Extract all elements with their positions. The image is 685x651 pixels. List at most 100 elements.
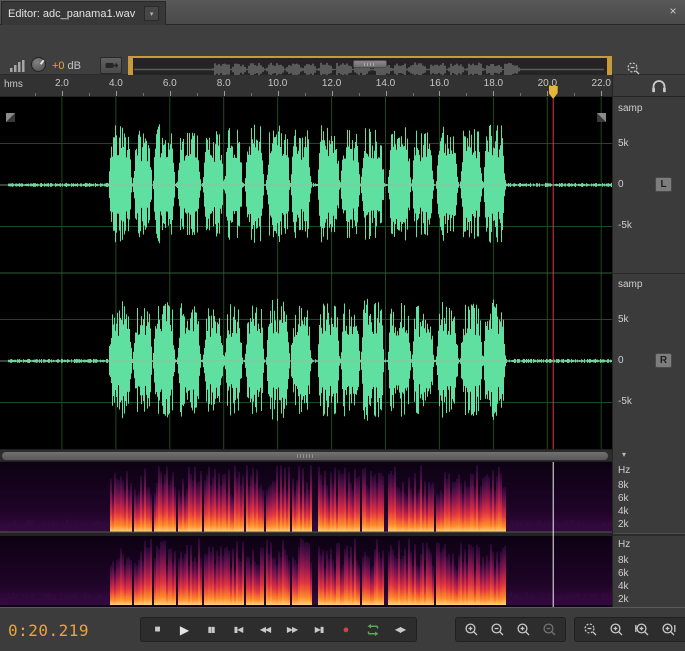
- freq-tick-label: 8k: [618, 555, 629, 566]
- ruler-tick: [224, 91, 225, 96]
- rewind-button[interactable]: ◀◀: [252, 619, 278, 640]
- ruler-tick-label: 22.0: [591, 78, 610, 89]
- waveform-canvas[interactable]: [0, 97, 612, 449]
- ruler-tick-label: 4.0: [109, 78, 123, 89]
- ruler-tick: [386, 91, 387, 96]
- level-meter-icon: [9, 59, 27, 73]
- close-icon[interactable]: ×: [665, 4, 681, 20]
- freq-tick-label: 2k: [618, 519, 629, 530]
- frequency-scale: Hz 8k 6k 4k 2k Hz 8k 6k 4k 2k: [612, 462, 685, 607]
- loop-playback-button[interactable]: [360, 619, 386, 640]
- amp-tick-label: -5k: [618, 396, 632, 407]
- fast-forward-button[interactable]: ▶▶: [279, 619, 305, 640]
- freq-tick-label: 4k: [618, 506, 629, 517]
- ruler-tick: [332, 91, 333, 96]
- amp-tick-label: 5k: [618, 314, 629, 325]
- stop-button[interactable]: ■: [144, 619, 170, 640]
- ruler-tick-label: 12.0: [322, 78, 341, 89]
- spectrogram-row-divider: [613, 533, 685, 536]
- ruler-tick-label: 8.0: [217, 78, 231, 89]
- ruler-tick: [601, 91, 602, 96]
- ruler-tick-label: 10.0: [268, 78, 287, 89]
- ruler-tick: [170, 91, 171, 96]
- audio-editor-window: Editor: adc_panama1.wav ▾ × +0dB: [0, 0, 685, 651]
- status-bar: 0:20.219 ■ ▶ ▮▮ ▮◀ ◀◀ ▶▶ ▶▮ ● ◀▶: [0, 607, 685, 651]
- time-display[interactable]: 0:20.219: [8, 621, 89, 640]
- ruler-tick: [466, 93, 467, 96]
- ruler-tick-label: 16.0: [430, 78, 449, 89]
- amp-tick-label: -5k: [618, 220, 632, 231]
- channel-right-button[interactable]: R: [655, 353, 672, 368]
- scrollbar-thumb[interactable]: [2, 452, 608, 460]
- tab-dropdown-icon[interactable]: ▾: [144, 6, 159, 21]
- ruler-tick: [197, 93, 198, 96]
- zoom-in-button[interactable]: [459, 619, 484, 640]
- zoom-to-selection-button[interactable]: [604, 619, 629, 640]
- play-button[interactable]: ▶: [171, 619, 197, 640]
- knob-pointer-icon: [40, 60, 45, 65]
- ruler-tick: [520, 93, 521, 96]
- hud-toggle-icon: [105, 61, 118, 70]
- time-ruler[interactable]: hms 2.04.06.08.010.012.014.016.018.020.0…: [0, 75, 612, 97]
- hz-unit-label: Hz: [618, 465, 630, 476]
- editor-tab-title: Editor: adc_panama1.wav: [8, 8, 135, 20]
- freq-tick-label: 6k: [618, 493, 629, 504]
- loop-icon: [366, 624, 380, 636]
- panel-collapse-control[interactable]: ▾: [612, 449, 685, 462]
- db-value: +0: [52, 60, 65, 72]
- hud-toggle-button[interactable]: [100, 57, 122, 74]
- zoom-out-point-button[interactable]: [656, 619, 681, 640]
- ruler-tick-label: 2.0: [55, 78, 69, 89]
- ruler-tick: [89, 93, 90, 96]
- freq-tick-label: 6k: [618, 568, 629, 579]
- spectrogram-display[interactable]: [0, 462, 612, 607]
- freq-tick-label: 2k: [618, 594, 629, 605]
- skip-to-start-button[interactable]: ▮◀: [225, 619, 251, 640]
- zoom-out-button[interactable]: [485, 619, 510, 640]
- amp-tick-label: 0: [618, 179, 624, 190]
- ruler-tick: [413, 93, 414, 96]
- tab-bar: Editor: adc_panama1.wav ▾ ×: [0, 0, 685, 25]
- ruler-right-panel: [612, 75, 685, 97]
- navigator-scroll-thumb[interactable]: [353, 60, 387, 68]
- ruler-tick: [305, 93, 306, 96]
- ruler-tick: [278, 91, 279, 96]
- collapse-arrow-icon[interactable]: ▾: [622, 450, 626, 459]
- ruler-tick: [439, 91, 440, 96]
- headphones-icon[interactable]: [651, 79, 667, 93]
- ruler-tick-label: 18.0: [484, 78, 503, 89]
- ruler-tick: [359, 93, 360, 96]
- toolbar: +0dB: [0, 25, 685, 75]
- fade-out-handle[interactable]: [597, 113, 606, 122]
- zoom-out-amplitude-button[interactable]: [537, 619, 562, 640]
- zoom-controls-time: [455, 617, 566, 642]
- amp-tick-label: 0: [618, 355, 624, 366]
- zoom-in-point-button[interactable]: [630, 619, 655, 640]
- freq-tick-label: 4k: [618, 581, 629, 592]
- amp-tick-label: 5k: [618, 138, 629, 149]
- record-button[interactable]: ●: [333, 619, 359, 640]
- horizontal-scrollbar[interactable]: [0, 449, 612, 462]
- editor-tab[interactable]: Editor: adc_panama1.wav ▾: [1, 1, 166, 25]
- ruler-tick: [143, 93, 144, 96]
- shuttle-button[interactable]: ◀▶: [387, 619, 413, 640]
- volume-knob[interactable]: [31, 57, 46, 72]
- ruler-tick: [493, 91, 494, 96]
- pause-button[interactable]: ▮▮: [198, 619, 224, 640]
- waveform-display[interactable]: [0, 97, 612, 449]
- samp-unit-label: samp: [618, 103, 642, 114]
- amplitude-scale: samp 5k 0 -5k L samp 5k 0 -5k R: [612, 97, 685, 449]
- zoom-in-amplitude-button[interactable]: [511, 619, 536, 640]
- zoom-reset-button[interactable]: [578, 619, 603, 640]
- volume-db-readout[interactable]: +0dB: [52, 60, 81, 72]
- fade-in-handle[interactable]: [6, 113, 15, 122]
- hz-unit-label: Hz: [618, 539, 630, 550]
- channel-left-button[interactable]: L: [655, 177, 672, 192]
- db-unit: dB: [68, 60, 81, 72]
- skip-to-end-button[interactable]: ▶▮: [306, 619, 332, 640]
- ruler-unit-label: hms: [4, 79, 23, 90]
- ruler-tick: [251, 93, 252, 96]
- freq-tick-label: 8k: [618, 480, 629, 491]
- transport-controls: ■ ▶ ▮▮ ▮◀ ◀◀ ▶▶ ▶▮ ● ◀▶: [140, 617, 417, 642]
- spectrogram-canvas[interactable]: [0, 462, 612, 607]
